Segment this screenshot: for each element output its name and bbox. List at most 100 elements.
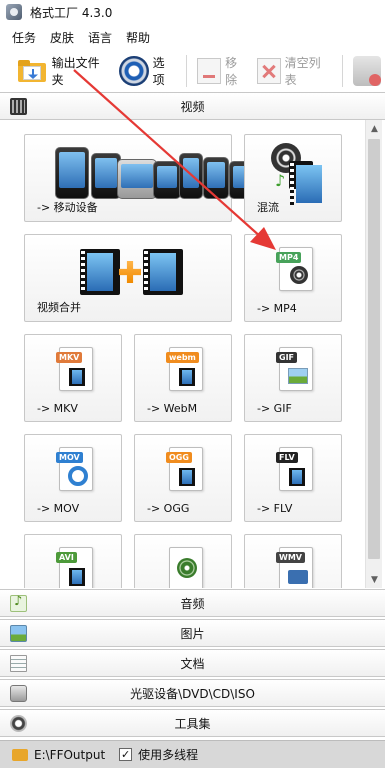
gif-badge: GIF <box>276 352 298 363</box>
3gp-file-icon <box>169 547 203 588</box>
flv-badge: FLV <box>276 452 298 463</box>
image-category-icon <box>10 625 27 642</box>
toolbar-separator <box>186 55 188 87</box>
category-document-header[interactable]: 文档 <box>0 649 385 677</box>
film-strip-icon <box>143 249 183 295</box>
menu-bar: 任务 皮肤 语言 帮助 <box>0 26 150 48</box>
output-folder-label: 输出文件夹 <box>51 56 100 87</box>
stop-button[interactable] <box>349 54 385 88</box>
mkv-file-icon: MKV <box>56 347 93 391</box>
remove-label: 移除 <box>225 56 238 87</box>
film-strip-icon <box>289 161 322 205</box>
mp4-file-icon: MP4 <box>276 247 313 291</box>
tile-to-avi[interactable]: AVI <box>24 534 122 588</box>
category-video-label: 视频 <box>180 99 205 114</box>
tile-to-mkv[interactable]: MKV -> MKV <box>24 334 122 422</box>
document-category-icon <box>10 655 27 672</box>
scroll-down-icon[interactable]: ▼ <box>366 571 383 588</box>
music-note-icon: ♪ <box>275 171 286 190</box>
tile-to-mov-label: -> MOV <box>37 502 80 515</box>
clear-list-button[interactable]: 清空列表 <box>253 54 336 88</box>
webm-badge: webm <box>166 352 199 363</box>
mkv-badge: MKV <box>56 352 83 363</box>
avi-badge: AVI <box>56 552 77 563</box>
scroll-thumb[interactable] <box>368 139 380 559</box>
tile-video-merge[interactable]: 视频合并 <box>24 234 232 322</box>
menu-item-tasks[interactable]: 任务 <box>12 29 36 46</box>
output-folder-icon <box>18 59 48 83</box>
tile-to-webm[interactable]: webm -> WebM <box>134 334 232 422</box>
toolbar: 输出文件夹 选项 移除 清空列表 <box>0 50 385 92</box>
category-audio-header[interactable]: 音频 <box>0 589 385 617</box>
options-label: 选项 <box>152 56 165 87</box>
output-path-text[interactable]: E:\FFOutput <box>34 748 105 762</box>
webm-file-icon: webm <box>166 347 203 391</box>
mobile-devices-icon <box>53 143 257 199</box>
mov-file-icon: MOV <box>56 447 93 491</box>
title-bar: 格式工厂 4.3.0 <box>0 0 385 24</box>
tools-category-icon <box>10 715 27 732</box>
remove-icon <box>197 58 222 84</box>
tile-to-mov[interactable]: MOV -> MOV <box>24 434 122 522</box>
disc-drive-category-icon <box>10 685 27 702</box>
tile-mobile-device[interactable]: -> 移动设备 <box>24 134 253 222</box>
video-tile-grid: -> 移动设备 ♪ 混流 视频合并 MP4 -> MP4 MKV -> MKV … <box>0 120 364 588</box>
flv-file-icon: FLV <box>276 447 313 491</box>
menu-item-skin[interactable]: 皮肤 <box>50 29 74 46</box>
audio-category-icon <box>10 594 27 612</box>
app-icon <box>6 4 22 20</box>
menu-item-help[interactable]: 帮助 <box>126 29 150 46</box>
toolbar-separator <box>342 55 343 87</box>
tile-to-gif[interactable]: GIF -> GIF <box>244 334 342 422</box>
tile-to-ogg[interactable]: OGG -> OGG <box>134 434 232 522</box>
category-tools-header[interactable]: 工具集 <box>0 709 385 737</box>
mp4-badge: MP4 <box>276 252 302 263</box>
tile-to-mkv-label: -> MKV <box>37 402 78 415</box>
scroll-up-icon[interactable]: ▲ <box>366 120 383 137</box>
options-gear-icon <box>119 56 149 86</box>
clear-list-label: 清空列表 <box>284 56 321 87</box>
output-folder-button[interactable]: 输出文件夹 <box>14 54 115 88</box>
menu-item-language[interactable]: 语言 <box>88 29 112 46</box>
tile-to-flv-label: -> FLV <box>257 502 293 515</box>
avi-file-icon: AVI <box>56 547 93 588</box>
category-tools-label: 工具集 <box>174 716 211 731</box>
multithread-checkbox[interactable]: ✓ <box>119 748 133 761</box>
category-document-label: 文档 <box>180 656 205 671</box>
tile-video-merge-label: 视频合并 <box>37 301 81 314</box>
tile-mobile-device-label: -> 移动设备 <box>37 201 98 214</box>
tile-mix-label: 混流 <box>257 201 279 214</box>
gif-file-icon: GIF <box>276 347 313 391</box>
category-video-header[interactable]: 视频 <box>0 92 385 120</box>
plus-icon <box>119 261 141 283</box>
tile-mix[interactable]: ♪ 混流 <box>244 134 342 222</box>
tile-to-ogg-label: -> OGG <box>147 502 190 515</box>
options-button[interactable]: 选项 <box>115 54 180 88</box>
video-category-icon <box>10 98 27 115</box>
status-bar: E:\FFOutput ✓ 使用多线程 <box>0 740 385 768</box>
category-audio-label: 音频 <box>180 596 205 611</box>
window-title: 格式工厂 4.3.0 <box>30 5 113 20</box>
ogg-badge: OGG <box>166 452 192 463</box>
stop-icon <box>353 56 381 86</box>
tile-to-flv[interactable]: FLV -> FLV <box>244 434 342 522</box>
multithread-label: 使用多线程 <box>138 748 199 762</box>
category-image-label: 图片 <box>180 626 205 641</box>
tile-to-mp4[interactable]: MP4 -> MP4 <box>244 234 342 322</box>
tile-grid-scrollbar[interactable]: ▲ ▼ <box>365 120 382 588</box>
wmv-badge: WMV <box>276 552 305 563</box>
tile-to-mp4-label: -> MP4 <box>257 302 297 315</box>
wmv-file-icon: WMV <box>276 547 313 588</box>
mov-badge: MOV <box>56 452 83 463</box>
tile-to-gif-label: -> GIF <box>257 402 292 415</box>
remove-button[interactable]: 移除 <box>193 54 252 88</box>
film-strip-icon <box>80 249 120 295</box>
output-folder-status-icon <box>12 748 28 761</box>
category-disc-label: 光驱设备\DVD\CD\ISO <box>130 686 255 701</box>
category-disc-header[interactable]: 光驱设备\DVD\CD\ISO <box>0 679 385 707</box>
ogg-file-icon: OGG <box>166 447 203 491</box>
tile-to-3gp[interactable] <box>134 534 232 588</box>
category-image-header[interactable]: 图片 <box>0 619 385 647</box>
tile-to-wmv[interactable]: WMV <box>244 534 342 588</box>
tile-to-webm-label: -> WebM <box>147 402 198 415</box>
